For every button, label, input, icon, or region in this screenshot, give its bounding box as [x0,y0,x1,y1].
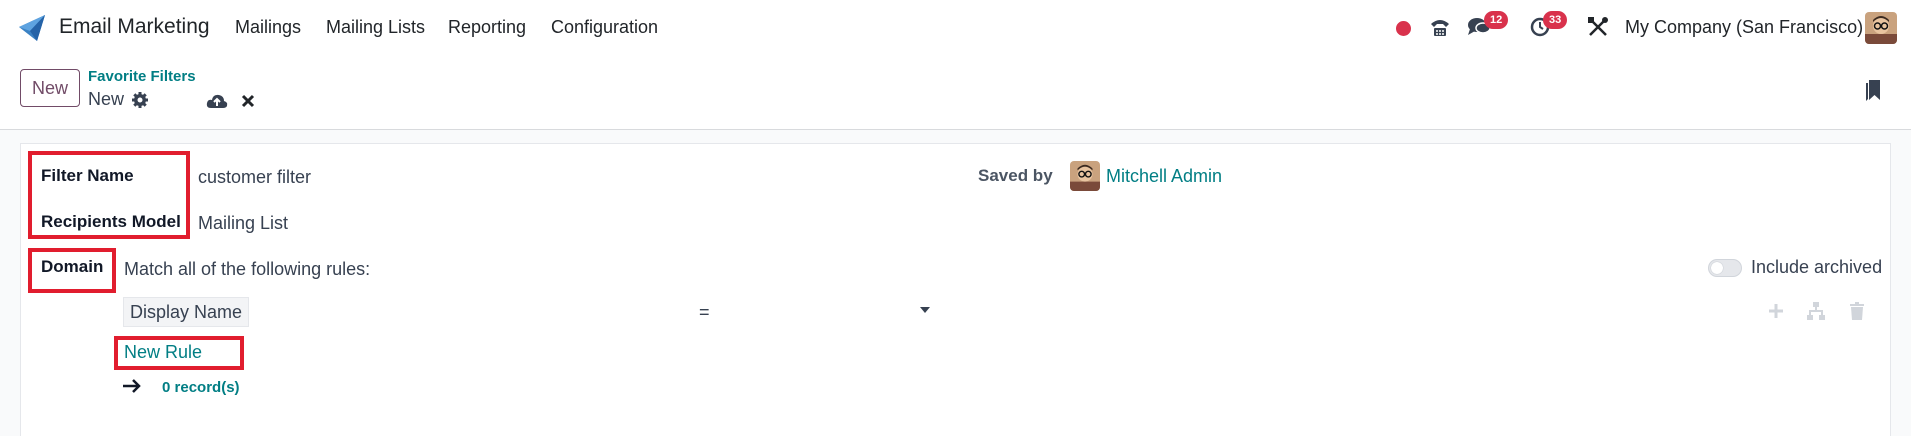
menu-reporting[interactable]: Reporting [448,17,526,38]
menu-configuration[interactable]: Configuration [551,17,658,38]
recording-dot-icon[interactable] [1390,15,1416,41]
app-logo-icon[interactable] [17,13,47,43]
saved-by-label: Saved by [978,166,1053,185]
include-archived-toggle[interactable] [1708,259,1742,277]
save-cloud-icon[interactable] [206,92,228,110]
saved-by-user-link[interactable]: Mitchell Admin [1106,166,1222,187]
add-branch-icon[interactable] [1806,301,1826,321]
arrow-right-icon [123,379,141,393]
discard-icon[interactable] [240,93,256,109]
bookmark-icon[interactable] [1865,79,1881,101]
breadcrumb-current: New [88,89,125,109]
record-count-link[interactable]: 0 record(s) [162,379,240,396]
user-avatar[interactable] [1865,12,1897,44]
gear-icon[interactable] [131,91,149,109]
filter-name-input[interactable]: customer filter [198,167,311,188]
menu-mailing-lists[interactable]: Mailing Lists [326,17,425,38]
saved-by-avatar [1070,161,1100,191]
highlight-box-domain [28,248,116,293]
rule-operator-select[interactable]: = [699,302,710,323]
top-navbar: Email Marketing Mailings Mailing Lists R… [0,0,1911,57]
control-panel: New Favorite Filters New [0,56,1911,130]
menu-mailings[interactable]: Mailings [235,17,301,38]
chevron-down-icon[interactable] [920,307,930,313]
activities-badge: 33 [1543,11,1568,29]
highlight-box-name-model [28,151,190,239]
debug-tools-icon[interactable] [1585,14,1611,40]
new-button[interactable]: New [20,69,80,107]
app-name[interactable]: Email Marketing [59,15,210,39]
delete-rule-icon[interactable] [1847,301,1867,321]
recipients-model-field[interactable]: Mailing List [198,213,288,234]
highlight-box-new-rule [114,336,244,370]
rule-field-selector[interactable]: Display Name [123,297,250,327]
add-rule-icon[interactable] [1766,301,1786,321]
match-rules-text: Match all of the following rules: [124,259,371,279]
messages-badge: 12 [1484,11,1509,29]
breadcrumb-favorite-filters[interactable]: Favorite Filters [88,68,196,85]
company-switcher[interactable]: My Company (San Francisco) [1625,17,1863,38]
include-archived-label: Include archived [1751,257,1883,277]
phone-icon[interactable] [1427,14,1453,40]
